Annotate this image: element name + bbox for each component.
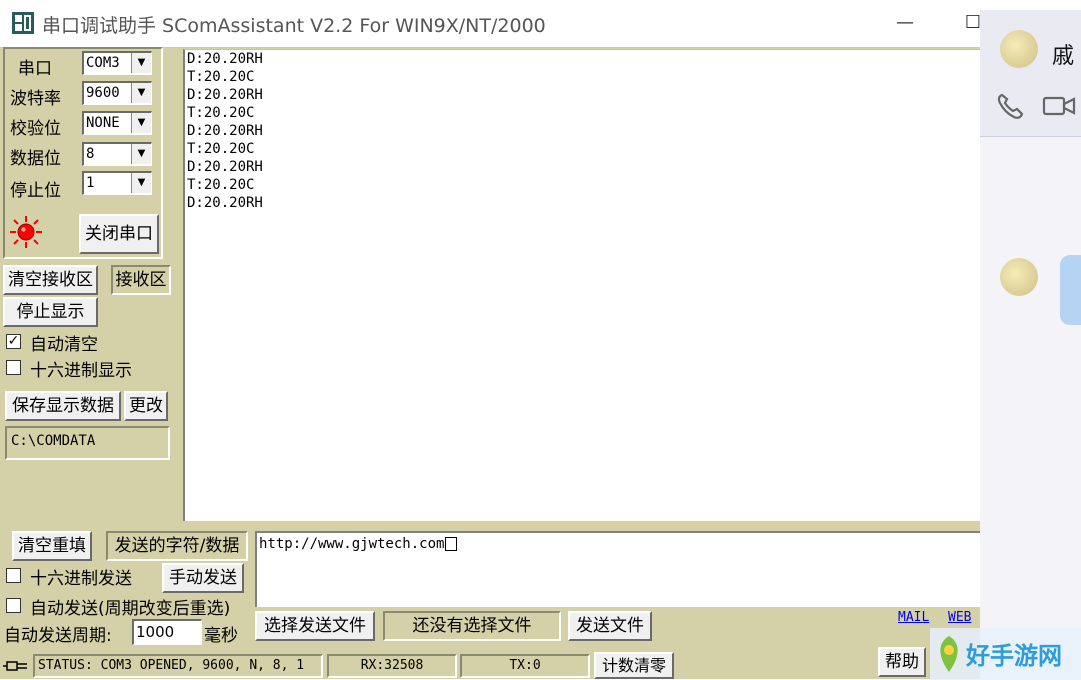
web-link[interactable]: WEB — [948, 610, 971, 625]
receive-line: D:20.20RH — [187, 123, 263, 139]
close-port-button[interactable]: 关闭串口 — [79, 214, 159, 254]
mail-link[interactable]: MAIL — [898, 610, 929, 625]
file-status-field: 还没有选择文件 — [383, 611, 561, 641]
chat-header: 戚 — [980, 10, 1081, 137]
save-path-field[interactable]: C:\COMDATA — [5, 426, 170, 460]
text-cursor-icon — [445, 536, 458, 551]
message-bubble[interactable] — [1060, 255, 1081, 325]
databits-select[interactable]: 8 ▼ — [82, 142, 152, 166]
port-select[interactable]: COM3 ▼ — [82, 51, 152, 75]
send-area-label: 发送的字符/数据 — [106, 531, 248, 561]
auto-clear-label: 自动清空 — [30, 335, 98, 355]
clear-receive-button[interactable]: 清空接收区 — [3, 265, 98, 295]
receive-line: T:20.20C — [187, 69, 255, 85]
chevron-down-icon[interactable]: ▼ — [131, 173, 151, 193]
receive-line: T:20.20C — [187, 177, 255, 193]
receive-line: D:20.20RH — [187, 195, 263, 211]
stopbits-select[interactable]: 1 ▼ — [82, 171, 152, 195]
phone-icon[interactable] — [996, 92, 1026, 120]
help-button[interactable]: 帮助 — [878, 647, 926, 677]
receive-area-label: 接收区 — [111, 265, 171, 295]
serial-connector-icon — [3, 661, 27, 671]
databits-label: 数据位 — [10, 149, 61, 169]
avatar[interactable] — [1000, 30, 1038, 68]
parity-value: NONE — [86, 115, 120, 131]
receive-line: T:20.20C — [187, 105, 255, 121]
receive-line: T:20.20C — [187, 141, 255, 157]
contact-name: 戚 — [1052, 44, 1075, 69]
parity-label: 校验位 — [10, 119, 61, 139]
manual-send-button[interactable]: 手动发送 — [162, 563, 244, 593]
receive-text-area[interactable]: D:20.20RH T:20.20C D:20.20RH T:20.20C D:20.2… — [183, 49, 980, 521]
send-content: http://www.gjwtech.com — [259, 536, 445, 552]
chevron-down-icon[interactable]: ▼ — [131, 144, 151, 164]
message-avatar[interactable] — [1000, 258, 1038, 296]
save-display-button[interactable]: 保存显示数据 — [5, 391, 121, 421]
app-icon — [12, 12, 34, 34]
select-file-button[interactable]: 选择发送文件 — [255, 611, 375, 641]
stopbits-value: 1 — [86, 175, 95, 191]
stop-display-button[interactable]: 停止显示 — [3, 297, 98, 327]
baud-value: 9600 — [86, 85, 120, 101]
auto-send-checkbox[interactable] — [6, 598, 21, 613]
receive-line: D:20.20RH — [187, 87, 263, 103]
chat-side-panel: 戚 好手游网 — [930, 10, 1081, 680]
minimize-button[interactable]: — — [890, 8, 920, 38]
send-period-label: 自动发送周期: — [4, 626, 112, 646]
watermark-badge: 好手游网 — [930, 628, 1081, 680]
window-title: 串口调试助手 SComAssistant V2.2 For WIN9X/NT/2… — [42, 15, 546, 37]
send-period-value: 1000 — [136, 623, 175, 641]
port-status-led-icon — [10, 216, 42, 248]
port-value: COM3 — [86, 55, 120, 71]
send-period-input[interactable]: 1000 — [132, 619, 202, 645]
databits-value: 8 — [86, 146, 95, 162]
watermark-logo-icon — [940, 636, 958, 672]
title-bar: 串口调试助手 SComAssistant V2.2 For WIN9X/NT/2… — [0, 0, 1081, 48]
parity-select[interactable]: NONE ▼ — [82, 111, 152, 135]
chevron-down-icon[interactable]: ▼ — [131, 113, 151, 133]
hex-display-label: 十六进制显示 — [30, 361, 132, 381]
tx-counter: TX:0 — [460, 654, 590, 678]
receive-line: D:20.20RH — [187, 51, 263, 67]
hex-send-checkbox[interactable] — [6, 568, 21, 583]
baud-select[interactable]: 9600 ▼ — [82, 81, 152, 105]
stopbits-label: 停止位 — [10, 181, 61, 201]
status-text: STATUS: COM3 OPENED, 9600, N, 8, 1 — [33, 654, 323, 678]
receive-line: D:20.20RH — [187, 159, 263, 175]
hex-display-checkbox[interactable] — [6, 360, 21, 375]
baud-label: 波特率 — [10, 89, 61, 109]
rx-counter: RX:32508 — [327, 654, 457, 678]
period-unit-label: 毫秒 — [204, 626, 238, 646]
auto-clear-checkbox[interactable]: ✓ — [6, 334, 21, 349]
scom-assistant-window: 串口调试助手 SComAssistant V2.2 For WIN9X/NT/2… — [0, 0, 1081, 679]
watermark-text: 好手游网 — [966, 642, 1062, 670]
port-label: 串口 — [18, 59, 52, 79]
receive-lines: D:20.20RH T:20.20C D:20.20RH T:20.20C D:20.2… — [185, 50, 980, 212]
chevron-down-icon[interactable]: ▼ — [131, 83, 151, 103]
chevron-down-icon[interactable]: ▼ — [131, 53, 151, 73]
send-text-area[interactable]: http://www.gjwtech.com — [255, 531, 980, 607]
video-call-icon[interactable] — [1042, 94, 1078, 118]
clear-send-button[interactable]: 清空重填 — [12, 531, 92, 561]
auto-send-label: 自动发送(周期改变后重选) — [30, 599, 231, 619]
reset-count-button[interactable]: 计数清零 — [594, 652, 674, 679]
change-path-button[interactable]: 更改 — [124, 391, 168, 421]
send-file-button[interactable]: 发送文件 — [568, 611, 652, 641]
hex-send-label: 十六进制发送 — [30, 569, 132, 589]
